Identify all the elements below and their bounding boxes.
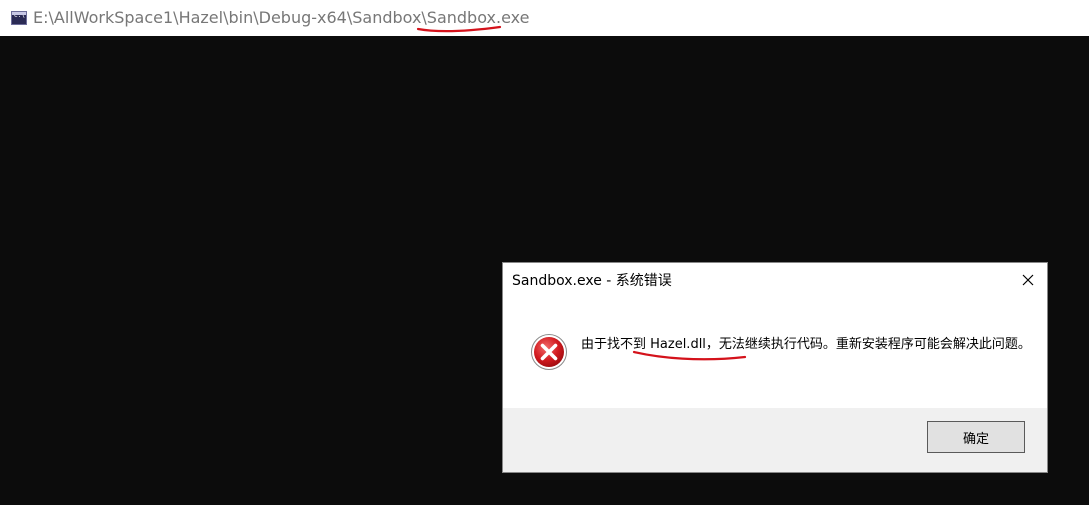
close-icon	[1022, 274, 1034, 286]
error-dialog: Sandbox.exe - 系统错误 由于找不到 Hazel.dll，无法继续执…	[502, 262, 1048, 473]
dialog-footer: 确定	[503, 408, 1047, 472]
console-window: C:\ E:\AllWorkSpace1\Hazel\bin\Debug-x64…	[0, 0, 1089, 505]
window-title: E:\AllWorkSpace1\Hazel\bin\Debug-x64\San…	[33, 8, 530, 27]
close-button[interactable]	[1015, 269, 1041, 291]
error-icon	[531, 334, 567, 370]
ok-button[interactable]: 确定	[927, 421, 1025, 453]
dialog-body: 由于找不到 Hazel.dll，无法继续执行代码。重新安装程序可能会解决此问题。	[503, 299, 1047, 407]
dialog-title: Sandbox.exe - 系统错误	[512, 273, 672, 289]
error-message: 由于找不到 Hazel.dll，无法继续执行代码。重新安装程序可能会解决此问题。	[581, 337, 1031, 352]
title-bar[interactable]: C:\ E:\AllWorkSpace1\Hazel\bin\Debug-x64…	[0, 0, 1089, 36]
console-app-icon[interactable]: C:\	[11, 11, 27, 25]
